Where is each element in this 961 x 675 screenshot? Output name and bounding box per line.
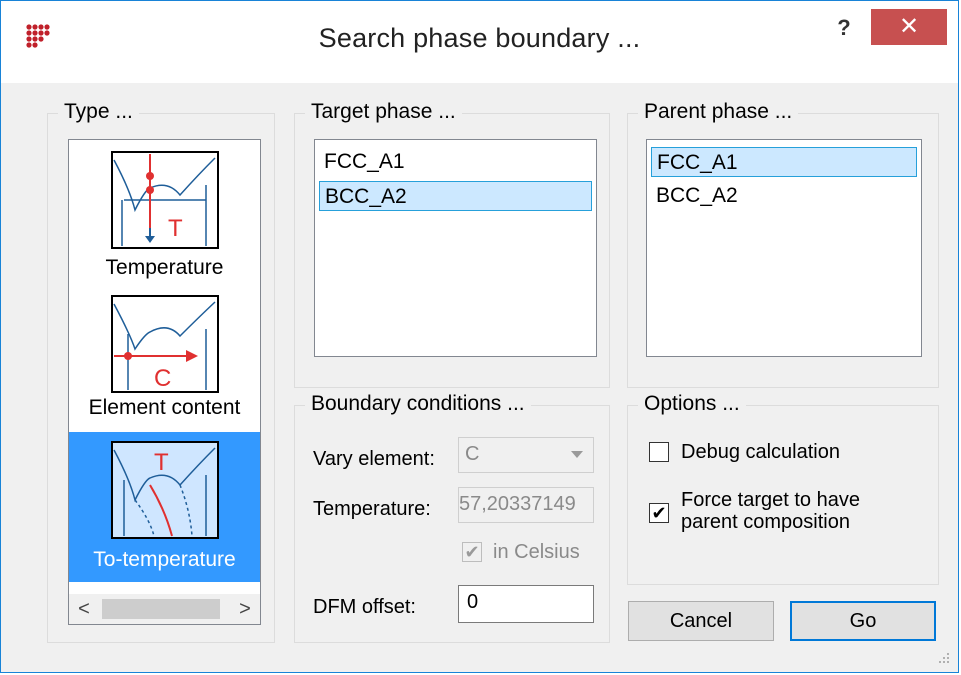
type-list-scrollbar[interactable]: < > xyxy=(69,594,260,624)
type-group-label: Type ... xyxy=(58,100,139,124)
resize-grip-icon[interactable] xyxy=(938,652,950,664)
parent-phase-label: Parent phase ... xyxy=(638,100,799,124)
type-item-to-temperature[interactable]: T To-temperature xyxy=(69,432,260,582)
vary-element-select: C xyxy=(458,437,594,473)
force-target-checkbox[interactable]: ✔ xyxy=(649,503,669,523)
type-item-element-content[interactable]: C Element content xyxy=(69,288,260,430)
parent-phase-item-bcc-a2[interactable]: BCC_A2 xyxy=(651,181,917,211)
dfm-offset-value: 0 xyxy=(467,591,479,613)
temperature-value: 57,20337149 xyxy=(459,493,576,515)
temperature-label: Temperature: xyxy=(313,498,431,520)
chevron-down-icon xyxy=(571,451,583,458)
dfm-offset-label: DFM offset: xyxy=(313,596,416,618)
scroll-right-arrow-icon[interactable]: > xyxy=(230,594,260,624)
element-content-diagram-icon: C xyxy=(111,295,219,393)
type-label-to-temperature: To-temperature xyxy=(93,548,236,571)
in-celsius-label: in Celsius xyxy=(493,541,580,563)
force-target-label: Force target to have parent composition xyxy=(681,489,860,533)
type-label-element-content: Element content xyxy=(88,396,241,419)
cancel-button[interactable]: Cancel xyxy=(628,601,774,641)
force-target-label-line1: Force target to have xyxy=(681,489,860,511)
to-temperature-diagram-icon: T xyxy=(111,441,219,539)
target-phase-list[interactable]: FCC_A1 BCC_A2 xyxy=(314,139,597,357)
parent-phase-item-fcc-a1[interactable]: FCC_A1 xyxy=(651,147,917,177)
in-celsius-checkbox: ✔ xyxy=(462,542,482,562)
temperature-diagram-icon: T xyxy=(111,151,219,249)
force-target-label-line2: parent composition xyxy=(681,511,850,533)
boundary-conditions-label: Boundary conditions ... xyxy=(305,392,531,416)
window-title: Search phase boundary ... xyxy=(318,23,641,53)
target-phase-item-fcc-a1[interactable]: FCC_A1 xyxy=(319,147,592,177)
help-button[interactable]: ? xyxy=(819,9,869,49)
temperature-field: 57,20337149 xyxy=(458,487,594,523)
target-phase-label: Target phase ... xyxy=(305,100,462,124)
dfm-offset-field[interactable]: 0 xyxy=(458,585,594,623)
go-button[interactable]: Go xyxy=(790,601,936,641)
options-label: Options ... xyxy=(638,392,746,416)
vary-element-label: Vary element: xyxy=(313,448,435,470)
debug-calculation-checkbox[interactable] xyxy=(649,442,669,462)
svg-text:T: T xyxy=(154,449,169,476)
type-label-temperature: Temperature xyxy=(105,256,224,279)
target-phase-item-bcc-a2[interactable]: BCC_A2 xyxy=(319,181,592,211)
debug-calculation-label: Debug calculation xyxy=(681,441,840,463)
svg-text:C: C xyxy=(154,365,171,392)
svg-text:T: T xyxy=(168,215,183,242)
type-list[interactable]: T Temperature C Element content T To-tem… xyxy=(68,139,261,625)
scroll-left-arrow-icon[interactable]: < xyxy=(69,594,99,624)
type-item-temperature[interactable]: T Temperature xyxy=(69,140,260,288)
dialog-window: Search phase boundary ... ? ✕ Type ... T… xyxy=(0,0,959,673)
scrollbar-thumb[interactable] xyxy=(102,599,220,619)
parent-phase-list[interactable]: FCC_A1 BCC_A2 xyxy=(646,139,922,357)
title-bar[interactable]: Search phase boundary ... ? ✕ xyxy=(1,1,958,83)
vary-element-value: C xyxy=(465,443,480,465)
close-button[interactable]: ✕ xyxy=(871,9,947,45)
